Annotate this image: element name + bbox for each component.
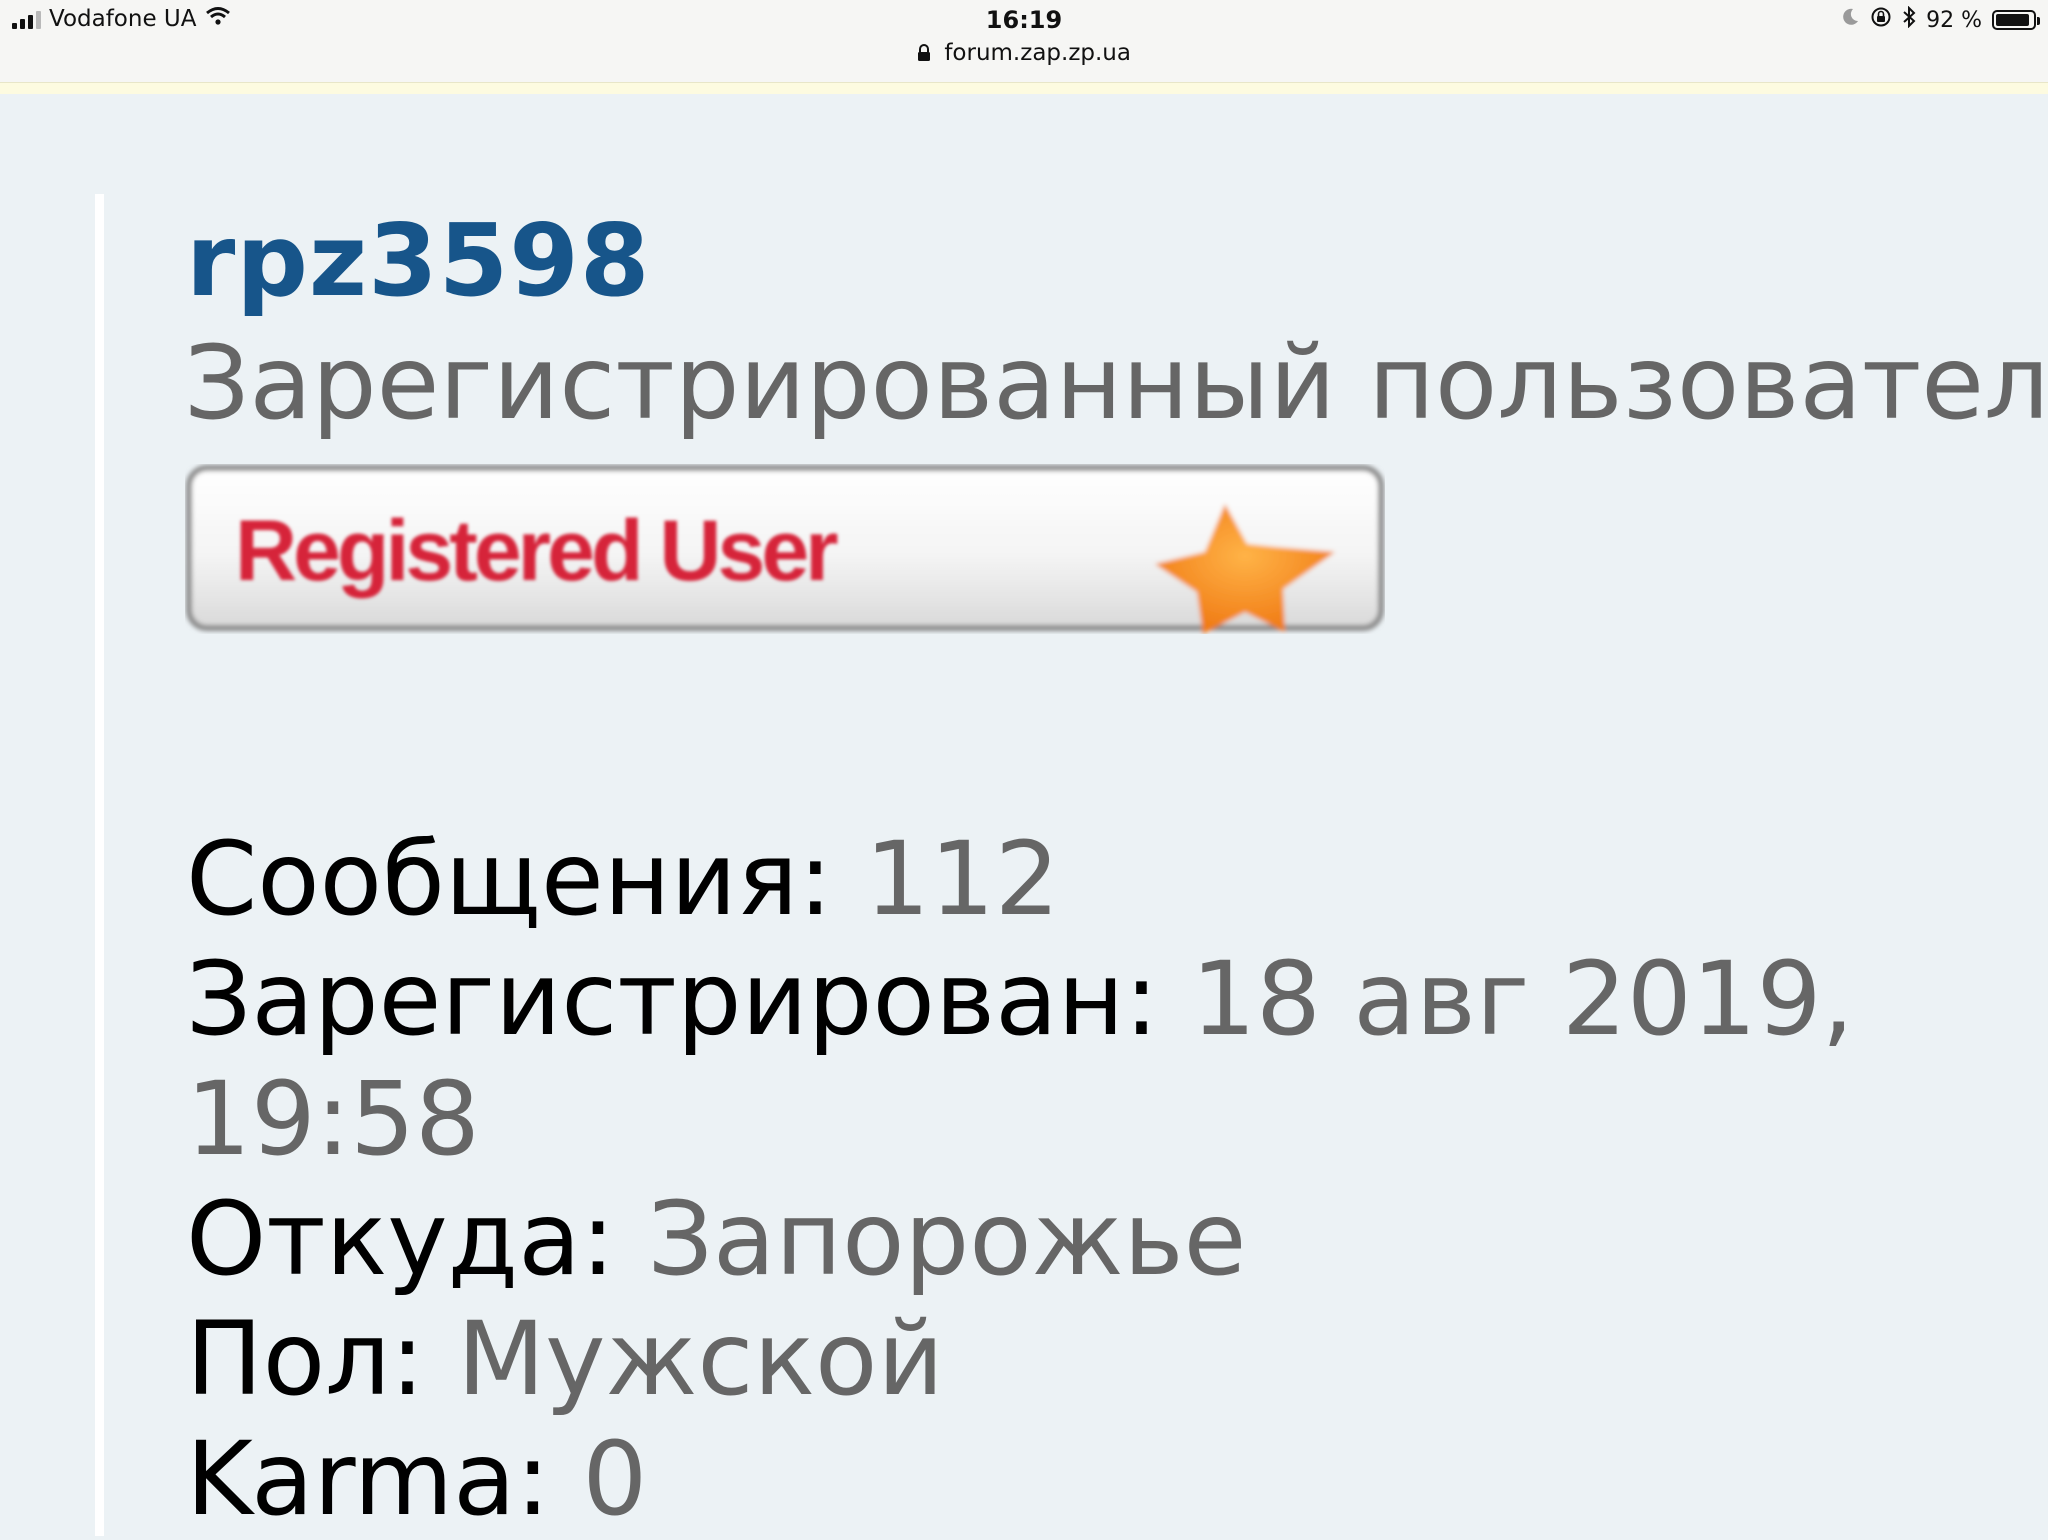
lock-icon — [917, 40, 944, 66]
battery-icon — [1992, 10, 2040, 30]
karma-label: Karma: — [186, 1420, 550, 1539]
profile-panel: rpz3598 Зарегистрированный пользователь — [0, 94, 2048, 1539]
registered-label: Зарегистрирован: — [186, 940, 1159, 1059]
posts-value: 112 — [864, 820, 1060, 939]
battery-level-fill — [1996, 14, 2030, 26]
status-time: 16:19 — [985, 6, 1063, 34]
user-title: Зарегистрированный пользователь — [184, 324, 2048, 443]
location-label: Откуда: — [186, 1180, 616, 1299]
moon-icon — [1840, 7, 1860, 33]
rank-badge-text: Registered User — [235, 503, 839, 599]
url-text: forum.zap.zp.ua — [944, 40, 1131, 66]
location-value: Запорожье — [647, 1180, 1247, 1299]
orientation-lock-icon — [1870, 6, 1892, 34]
karma-value: 0 — [582, 1420, 648, 1539]
rank-badge-image: Registered User — [185, 464, 1385, 634]
bluetooth-icon — [1902, 5, 1916, 34]
address-bar[interactable]: forum.zap.zp.ua — [0, 40, 2048, 66]
gender-row: Пол: Мужской — [186, 1300, 944, 1420]
ios-status-bar: Vodafone UA 16:19 forum.zap.zp.ua 92 % — [0, 0, 2048, 82]
karma-row: Karma: 0 — [186, 1420, 647, 1540]
postbit-left-border — [95, 194, 104, 1536]
status-right-group: 92 % — [1840, 5, 2040, 34]
gender-value: Мужской — [457, 1300, 944, 1419]
location-row: Откуда: Запорожье — [186, 1180, 1246, 1300]
registered-row: Зарегистрирован: 18 авг 2019, — [186, 940, 1854, 1060]
registered-date: 18 авг 2019, — [1191, 940, 1854, 1059]
battery-percent: 92 % — [1926, 7, 1982, 33]
posts-label: Сообщения: — [186, 820, 833, 939]
registered-time: 19:58 — [186, 1060, 480, 1179]
gender-label: Пол: — [186, 1300, 425, 1419]
registered-row-continued: 19:58 — [186, 1060, 480, 1180]
posts-row: Сообщения: 112 — [186, 820, 1060, 940]
profile-username[interactable]: rpz3598 — [186, 202, 650, 319]
